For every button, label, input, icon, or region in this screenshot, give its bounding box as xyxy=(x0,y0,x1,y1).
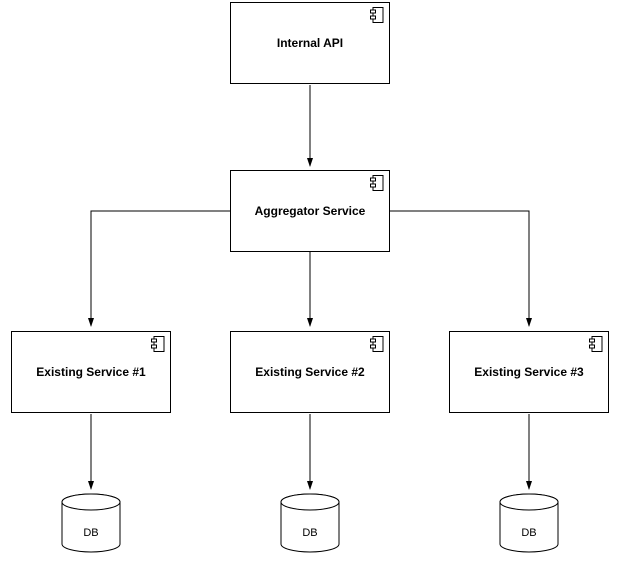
component-icon xyxy=(370,336,384,352)
component-service-3: Existing Service #3 xyxy=(449,331,609,413)
component-icon xyxy=(151,336,165,352)
component-icon xyxy=(370,7,384,23)
component-label: Existing Service #2 xyxy=(255,365,364,379)
component-service-2: Existing Service #2 xyxy=(230,331,390,413)
component-icon xyxy=(370,175,384,191)
component-label: Existing Service #1 xyxy=(36,365,145,379)
component-label: Internal API xyxy=(277,36,343,50)
component-label: Aggregator Service xyxy=(255,204,366,218)
component-label: Existing Service #3 xyxy=(474,365,583,379)
component-internal-api: Internal API xyxy=(230,2,390,84)
database-label: DB xyxy=(61,527,121,539)
component-icon xyxy=(589,336,603,352)
component-aggregator: Aggregator Service xyxy=(230,170,390,252)
database-2: DB xyxy=(280,493,340,553)
database-label: DB xyxy=(499,527,559,539)
database-label: DB xyxy=(280,527,340,539)
component-service-1: Existing Service #1 xyxy=(11,331,171,413)
database-1: DB xyxy=(61,493,121,553)
connector-arrows xyxy=(0,0,621,561)
database-3: DB xyxy=(499,493,559,553)
